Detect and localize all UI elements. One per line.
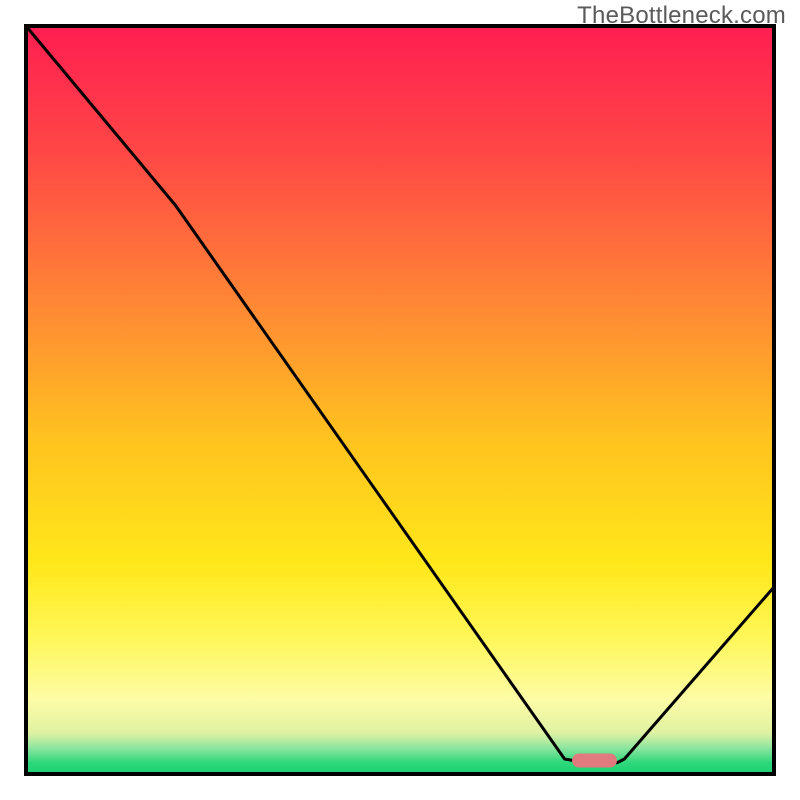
watermark-label: TheBottleneck.com [577, 2, 786, 30]
optimal-marker [572, 754, 617, 768]
bottleneck-chart [0, 0, 800, 800]
gradient-background [26, 26, 774, 774]
